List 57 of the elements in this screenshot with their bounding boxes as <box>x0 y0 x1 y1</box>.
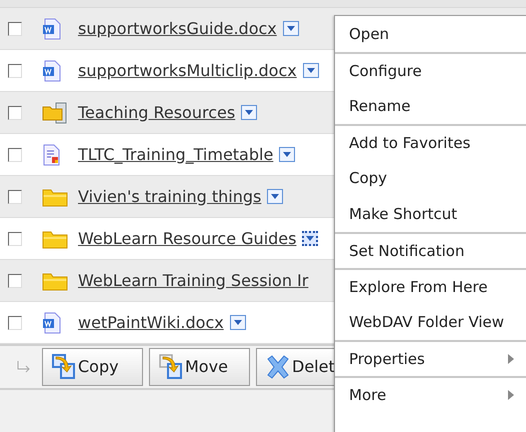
caret-icon <box>286 26 295 31</box>
copy-icon <box>51 354 77 380</box>
document-icon <box>42 312 62 334</box>
dropdown-button[interactable] <box>302 231 318 246</box>
checkbox[interactable] <box>8 64 22 78</box>
dropdown-button[interactable] <box>282 21 299 36</box>
menu-item[interactable]: Copy <box>335 160 526 196</box>
menu-item[interactable]: Explore From Here <box>335 268 526 304</box>
caret-icon <box>271 194 280 199</box>
menu-item[interactable]: Configure <box>335 52 526 88</box>
dropdown-button[interactable] <box>230 315 246 330</box>
checkbox[interactable] <box>8 148 22 162</box>
dropdown-button[interactable] <box>241 105 258 120</box>
document-icon <box>42 60 62 82</box>
folder-stack-icon <box>42 102 68 124</box>
folder-icon <box>42 228 68 248</box>
menu-item[interactable]: Make Shortcut <box>335 196 526 232</box>
caret-icon <box>306 68 315 73</box>
dropdown-button[interactable] <box>279 147 296 162</box>
checkbox[interactable] <box>8 274 22 288</box>
menu-item[interactable]: WebDAV Folder View <box>335 304 526 340</box>
submenu-arrow-icon <box>508 390 514 400</box>
file-link[interactable]: supportworksGuide.docx <box>78 16 277 40</box>
delete-icon <box>265 354 291 380</box>
file-link[interactable]: TLTC_Training_Timetable <box>78 142 274 166</box>
file-link[interactable]: WebLearn Resource Guides <box>78 226 296 250</box>
checkbox[interactable] <box>8 232 22 246</box>
folder-icon <box>42 270 68 290</box>
checkbox[interactable] <box>8 190 22 204</box>
checkbox[interactable] <box>8 22 22 36</box>
menu-item[interactable]: More <box>335 376 526 412</box>
caret-icon <box>306 236 314 241</box>
dropdown-button[interactable] <box>302 63 319 78</box>
file-link[interactable]: WebLearn Training Session Ir <box>78 268 308 292</box>
caret-icon <box>234 320 242 325</box>
folder-icon <box>42 186 68 206</box>
file-link[interactable]: Vivien's training things <box>78 184 262 208</box>
menu-item[interactable]: Rename <box>335 88 526 124</box>
action-button[interactable]: Move <box>149 348 250 386</box>
action-button[interactable]: Copy <box>42 348 143 386</box>
file-link[interactable]: Teaching Resources <box>78 100 236 124</box>
checkbox[interactable] <box>8 106 22 120</box>
report-icon <box>42 144 60 166</box>
caret-icon <box>245 110 254 115</box>
menu-item[interactable]: Open <box>335 16 526 52</box>
dropdown-button[interactable] <box>267 189 284 204</box>
submenu-arrow-icon <box>508 354 514 364</box>
menu-item[interactable]: Properties <box>335 340 526 376</box>
menu-item[interactable]: Set Notification <box>335 232 526 268</box>
caret-icon <box>283 152 292 157</box>
move-icon <box>158 354 184 380</box>
document-icon <box>42 18 62 40</box>
return-arrow-icon <box>16 361 32 373</box>
file-link[interactable]: wetPaintWiki.docx <box>78 310 224 334</box>
menu-item[interactable]: Add to Favorites <box>335 124 526 160</box>
file-link[interactable]: supportworksMulticlip.docx <box>78 58 297 82</box>
checkbox[interactable] <box>8 316 22 330</box>
